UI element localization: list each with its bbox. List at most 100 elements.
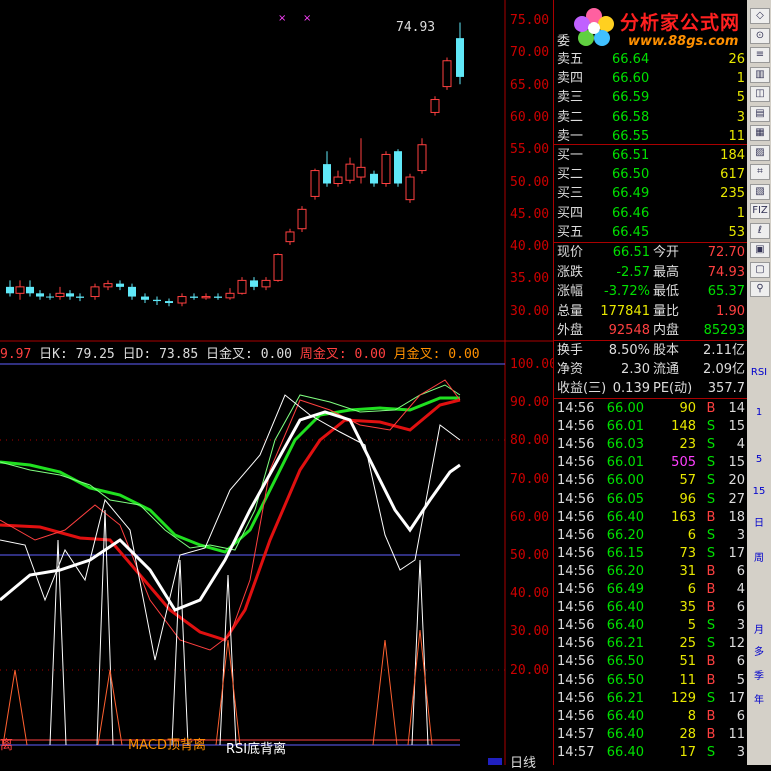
- stat2-row: 净资 2.30 流通 2.09亿: [554, 361, 747, 379]
- flower-logo-icon: [574, 8, 614, 46]
- candle-body: [297, 208, 307, 230]
- tick-time: 14:56: [557, 455, 595, 471]
- tick-row: 14:56 66.40 5 S 3: [554, 617, 747, 635]
- stat-value: 85293: [703, 323, 745, 338]
- tick-count: 5: [736, 672, 745, 688]
- stat-label: 流通: [653, 362, 680, 377]
- tick-volume: 28: [679, 726, 696, 742]
- tick-side: B: [706, 509, 716, 525]
- toolbar-icon-button[interactable]: FIZ: [750, 203, 770, 219]
- chart-area[interactable]: × ×: [0, 0, 553, 765]
- tick-price: 66.40: [606, 600, 644, 616]
- tick-row: 14:56 66.01 505 S 15: [554, 454, 747, 472]
- tick-row: 14:56 66.50 51 B 6: [554, 653, 747, 671]
- candle-body: [285, 231, 295, 243]
- candle-body: [177, 296, 187, 304]
- tick-price: 66.20: [606, 527, 644, 543]
- tick-side: S: [706, 473, 716, 489]
- toolbar-icon-button[interactable]: ⌗: [750, 164, 770, 180]
- candle-body: [26, 286, 34, 294]
- tick-side: B: [706, 672, 716, 688]
- toolbar-period-button[interactable]: 1: [750, 406, 768, 420]
- macd-signal: MACD顶背离: [128, 738, 206, 753]
- toolbar-icon-button[interactable]: ◫: [750, 86, 770, 102]
- toolbar-icon-button[interactable]: ▦: [750, 125, 770, 141]
- candle-body: [394, 151, 402, 184]
- ask-volume: 3: [736, 109, 745, 125]
- candle-body: [103, 283, 113, 288]
- candle-body: [310, 170, 320, 197]
- scroll-handle[interactable]: [488, 758, 502, 765]
- toolbar-period-button[interactable]: 季: [750, 670, 768, 684]
- toolbar-period-button[interactable]: 周: [750, 552, 768, 566]
- ask-price: 66.59: [612, 90, 650, 106]
- candle-body: [430, 99, 440, 113]
- ask-row: 卖二 66.58 3: [554, 109, 747, 127]
- tick-price: 66.50: [606, 672, 644, 688]
- tick-volume: 35: [679, 600, 696, 616]
- tick-volume: 90: [679, 401, 696, 416]
- candle-body: [165, 301, 173, 304]
- week-jincha-value: 周金叉: 0.00: [299, 347, 386, 362]
- indicator-tick-label: 40.00: [510, 586, 550, 602]
- stat-value: 357.7: [707, 381, 745, 396]
- toolbar-period-button[interactable]: RSI: [750, 366, 768, 380]
- toolbar-icon-button[interactable]: ▤: [750, 105, 770, 122]
- tick-time: 14:56: [557, 582, 595, 597]
- tick-time: 14:56: [557, 618, 595, 634]
- bid-volume: 617: [720, 167, 745, 183]
- tick-time: 14:57: [557, 726, 595, 742]
- toolbar-period-button[interactable]: 年: [750, 694, 768, 708]
- candle-body: [141, 296, 149, 300]
- stat-value: 92548: [608, 323, 650, 338]
- stat-value: 0.139: [612, 381, 650, 396]
- tick-time: 14:56: [557, 527, 595, 543]
- toolbar-icon-button[interactable]: ▨: [750, 144, 770, 161]
- stat-label: 内盘: [653, 323, 680, 338]
- toolbar-icon-button[interactable]: ▣: [750, 242, 770, 258]
- toolbar-period-button[interactable]: 月: [750, 624, 768, 638]
- toolbar-icon-button[interactable]: ≡: [750, 47, 770, 63]
- tick-row: 14:56 66.05 96 S 27: [554, 491, 747, 509]
- stat-label: 外盘: [557, 323, 584, 338]
- weibi-label: 委: [557, 34, 571, 49]
- tick-side: S: [706, 744, 716, 760]
- stat-value: 1.90: [716, 303, 745, 319]
- candle-body: [66, 293, 74, 297]
- stat-label: 换手: [557, 343, 584, 358]
- toolbar-period-button[interactable]: 15: [750, 485, 768, 499]
- tick-count: 11: [728, 726, 745, 742]
- stat-value: 66.51: [612, 245, 650, 260]
- candle-body: [405, 176, 415, 201]
- stat-value: 2.09亿: [703, 362, 745, 377]
- toolbar-period-button[interactable]: 多: [750, 646, 768, 660]
- tick-price: 66.40: [606, 509, 644, 525]
- tick-row: 14:56 66.20 6 S 3: [554, 527, 747, 545]
- signal-spike-white: [411, 559, 429, 746]
- tick-volume: 6: [687, 582, 696, 597]
- toolbar-icon-button[interactable]: ⚲: [750, 281, 770, 297]
- site-logo: 分析家公式网 www.88gs.com: [572, 4, 762, 54]
- toolbar-period-button[interactable]: 日: [750, 517, 768, 531]
- toolbar-icon-button[interactable]: ▥: [750, 66, 770, 83]
- indicator-lines: [0, 379, 461, 746]
- bid-price: 66.49: [612, 186, 650, 202]
- tick-side: B: [706, 582, 716, 597]
- toolbar-icon-button[interactable]: ▧: [750, 183, 770, 200]
- candle-body: [190, 296, 198, 298]
- price-tick-label: 60.00: [510, 109, 550, 125]
- toolbar-icon-button[interactable]: ◇: [750, 8, 770, 24]
- signal-spike-orange: [215, 639, 241, 746]
- tick-volume: 96: [679, 491, 696, 507]
- tick-row: 14:56 66.40 163 B 18: [554, 509, 747, 527]
- indicator-tick-label: 20.00: [510, 662, 550, 678]
- tick-count: 12: [728, 636, 745, 652]
- toolbar-icon-button[interactable]: ▢: [750, 261, 770, 278]
- indicator-tick-label: 50.00: [510, 548, 550, 563]
- tick-row: 14:56 66.21 25 S 12: [554, 635, 747, 653]
- toolbar-period-button[interactable]: 5: [750, 453, 768, 467]
- toolbar-icon-button[interactable]: ℓ: [750, 222, 770, 239]
- tick-count: 17: [728, 690, 745, 706]
- toolbar-icon-button[interactable]: ⊙: [750, 27, 770, 44]
- price-tick-label: 70.00: [510, 45, 550, 61]
